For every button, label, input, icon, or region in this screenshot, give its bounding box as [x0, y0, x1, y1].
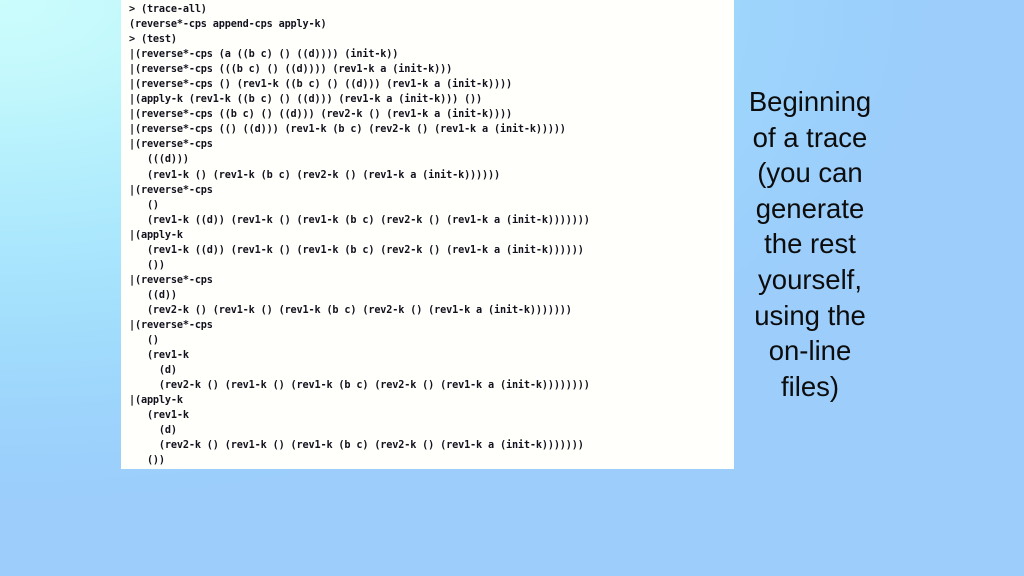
slide-canvas: > (trace-all) (reverse*-cps append-cps a… — [0, 0, 1024, 576]
trace-output-text: > (trace-all) (reverse*-cps append-cps a… — [129, 4, 590, 467]
slide-caption: Beginning of a trace (you can generate t… — [748, 86, 872, 402]
trace-output-panel: > (trace-all) (reverse*-cps append-cps a… — [121, 0, 734, 469]
